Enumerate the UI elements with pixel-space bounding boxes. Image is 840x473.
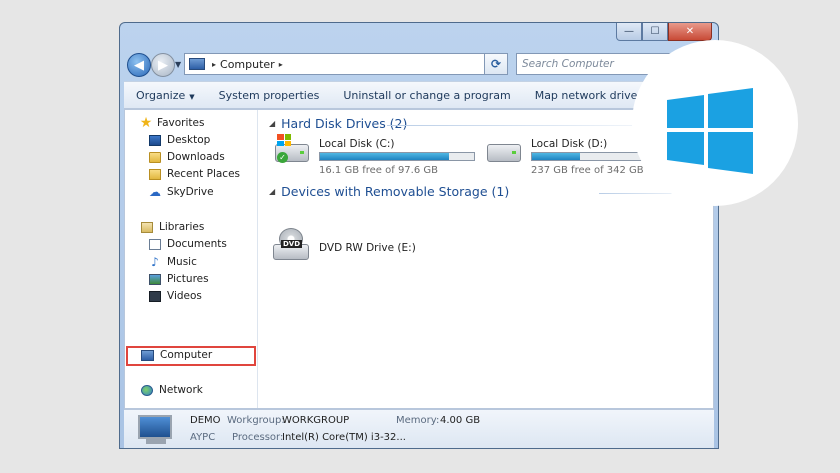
breadcrumb-separator[interactable]: ▸ <box>212 60 216 69</box>
nav-pictures[interactable]: Pictures <box>149 273 209 285</box>
address-bar[interactable]: ▸ Computer ▸ ▾ <box>184 53 508 75</box>
explorer-window: — ☐ ✕ ◀ ▶ ▼ ▸ Computer ▸ ▾ ⟳ Search Comp… <box>119 22 719 449</box>
nav-favorites-label: Favorites <box>157 117 205 129</box>
drive-free-space: 237 GB free of 342 GB <box>531 165 644 176</box>
nav-downloads-label: Downloads <box>167 151 225 163</box>
drive-usage-fill <box>532 153 580 160</box>
nav-music[interactable]: ♪ Music <box>149 256 197 268</box>
nav-libraries-label: Libraries <box>159 221 205 233</box>
dvd-badge: DVD <box>281 240 303 248</box>
windows-badge-icon <box>277 134 291 146</box>
explorer-body: ★ Favorites Desktop Downloads Recent Plac… <box>124 109 714 409</box>
collapse-triangle-icon: ◢ <box>269 187 276 196</box>
libraries-icon <box>141 221 153 233</box>
details-pane: DEMO Workgroup: WORKGROUP Memory: 4.00 G… <box>124 409 714 448</box>
processor-value: Intel(R) Core(TM) i3-32... <box>282 432 406 443</box>
close-button[interactable]: ✕ <box>668 23 712 41</box>
film-icon <box>149 290 161 302</box>
nav-skydrive[interactable]: ☁ SkyDrive <box>149 186 214 198</box>
breadcrumb-arrow[interactable]: ▸ <box>279 60 283 69</box>
nav-skydrive-label: SkyDrive <box>167 186 214 198</box>
hard-disk-group-header[interactable]: ◢ Hard Disk Drives (2) <box>269 116 407 131</box>
nav-documents-label: Documents <box>167 238 227 250</box>
computer-icon <box>141 349 154 361</box>
maximize-button[interactable]: ☐ <box>642 23 668 41</box>
star-icon: ★ <box>139 115 153 131</box>
drive-usage-fill <box>320 153 449 160</box>
drive-name: Local Disk (D:) <box>531 138 608 150</box>
workgroup-value: WORKGROUP <box>282 415 350 426</box>
cloud-icon: ☁ <box>149 185 161 199</box>
breadcrumb-computer[interactable]: Computer <box>220 58 275 71</box>
pictures-icon <box>149 273 161 285</box>
memory-label: Memory: <box>396 415 440 426</box>
command-bar: Organize ▼ System properties Uninstall or… <box>124 81 714 109</box>
organize-button[interactable]: Organize ▼ <box>124 89 207 102</box>
computer-subname: AYPC <box>190 432 216 443</box>
nav-documents[interactable]: Documents <box>149 238 227 250</box>
nav-computer-label: Computer <box>160 349 213 361</box>
memory-value: 4.00 GB <box>440 415 481 426</box>
drive-name: Local Disk (C:) <box>319 138 395 150</box>
nav-videos[interactable]: Videos <box>149 290 202 302</box>
nav-pictures-label: Pictures <box>167 273 209 285</box>
recent-pages-dropdown[interactable]: ▼ <box>175 60 181 69</box>
computer-icon <box>189 58 205 70</box>
chevron-down-icon: ▼ <box>189 92 195 101</box>
nav-network[interactable]: Network <box>141 384 203 396</box>
system-properties-button[interactable]: System properties <box>207 89 332 102</box>
drive-free-space: 16.1 GB free of 97.6 GB <box>319 165 438 176</box>
nav-desktop[interactable]: Desktop <box>149 134 210 146</box>
nav-downloads[interactable]: Downloads <box>149 151 225 163</box>
computer-stand <box>146 439 166 444</box>
map-network-drive-button[interactable]: Map network drive <box>523 89 650 102</box>
back-button[interactable]: ◀ <box>127 53 151 77</box>
windows-logo-icon <box>667 88 753 174</box>
nav-videos-label: Videos <box>167 290 202 302</box>
hard-drive-icon <box>487 144 521 162</box>
navigation-pane: ★ Favorites Desktop Downloads Recent Plac… <box>125 110 258 408</box>
nav-network-label: Network <box>159 384 203 396</box>
dvd-drive-icon: DVD <box>273 228 309 262</box>
computer-icon <box>138 415 172 439</box>
desktop-icon <box>149 134 161 146</box>
check-icon: ✓ <box>277 152 288 163</box>
document-icon <box>149 238 161 250</box>
refresh-button[interactable]: ⟳ <box>484 53 508 75</box>
nav-recent-label: Recent Places <box>167 168 241 180</box>
nav-computer[interactable]: Computer <box>141 349 212 361</box>
uninstall-program-button[interactable]: Uninstall or change a program <box>331 89 522 102</box>
dvd-drive-name: DVD RW Drive (E:) <box>319 242 416 254</box>
network-globe-icon <box>141 384 153 396</box>
address-row: ◀ ▶ ▼ ▸ Computer ▸ ▾ ⟳ Search Computer <box>120 49 718 79</box>
downloads-folder-icon <box>149 151 161 163</box>
collapse-triangle-icon: ◢ <box>269 119 276 128</box>
processor-label: Processor: <box>232 432 284 443</box>
organize-label: Organize <box>136 88 186 102</box>
minimize-button[interactable]: — <box>616 23 642 41</box>
dvd-drive-item[interactable]: DVD DVD RW Drive (E:) <box>273 228 453 268</box>
forward-button[interactable]: ▶ <box>151 53 175 77</box>
recent-places-icon <box>149 168 161 180</box>
nav-music-label: Music <box>167 256 197 268</box>
workgroup-label: Workgroup: <box>227 415 285 426</box>
computer-name: DEMO <box>190 415 221 426</box>
drive-item[interactable]: ✓ Local Disk (C:) 16.1 GB free of 97.6 G… <box>275 134 485 178</box>
music-note-icon: ♪ <box>151 255 159 269</box>
removable-header-label: Devices with Removable Storage (1) <box>281 184 510 199</box>
nav-desktop-label: Desktop <box>167 134 211 146</box>
hard-disk-header-label: Hard Disk Drives (2) <box>281 116 408 131</box>
window-controls: — ☐ ✕ <box>616 23 712 41</box>
removable-group-header[interactable]: ◢ Devices with Removable Storage (1) <box>269 184 509 199</box>
nav-recent-places[interactable]: Recent Places <box>149 168 240 180</box>
nav-favorites[interactable]: ★ Favorites <box>139 115 205 131</box>
nav-libraries[interactable]: Libraries <box>141 221 204 233</box>
drive-usage-bar <box>319 152 475 161</box>
